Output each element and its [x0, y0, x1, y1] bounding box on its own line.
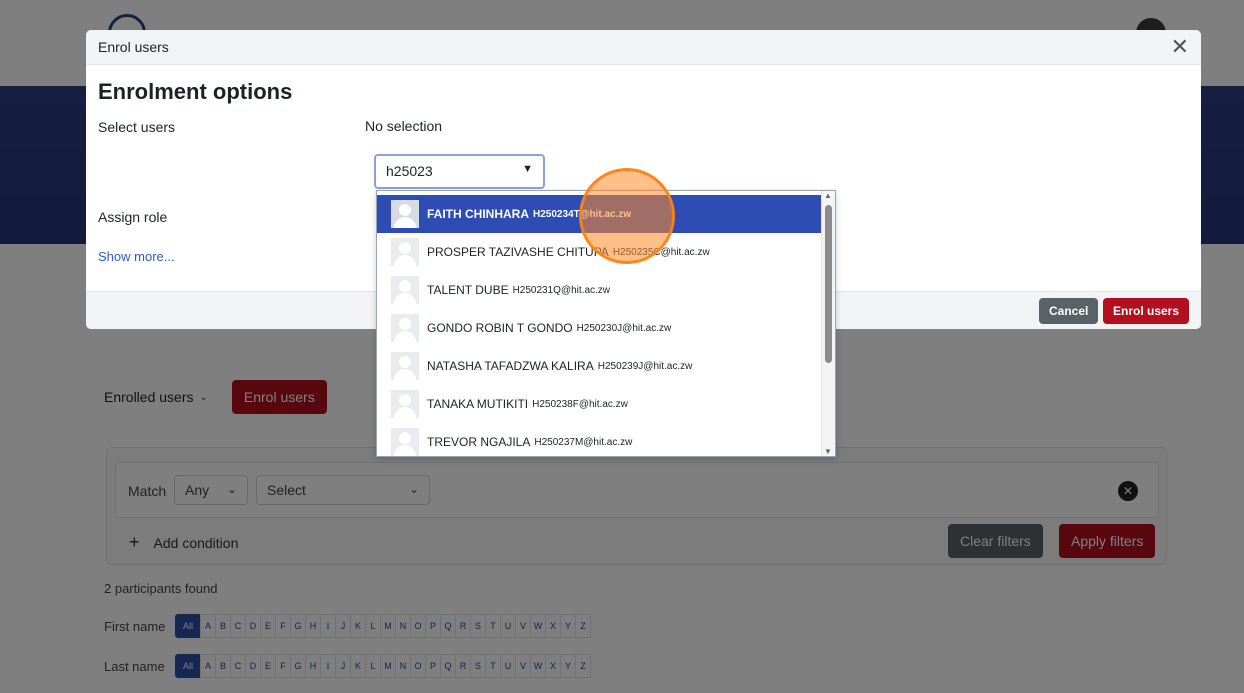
user-avatar-icon [391, 314, 419, 342]
user-avatar-icon [391, 352, 419, 380]
suggestion-email: H250235C@hit.ac.zw [612, 246, 710, 258]
suggestion-item[interactable]: GONDO ROBIN T GONDO H250230J@hit.ac.zw [377, 309, 823, 347]
suggestion-email: H250239J@hit.ac.zw [597, 360, 693, 372]
suggestion-item[interactable]: TALENT DUBE H250231Q@hit.ac.zw [377, 271, 823, 309]
user-search-box[interactable]: ▼ [374, 154, 545, 189]
suggestion-item[interactable]: FAITH CHINHARA H250234T@hit.ac.zw [377, 195, 823, 233]
user-avatar-icon [391, 390, 419, 418]
suggestion-email: H250234T@hit.ac.zw [533, 208, 632, 220]
enrolment-options-heading: Enrolment options [98, 79, 293, 104]
user-avatar-icon [391, 200, 419, 228]
suggestion-email: H250230J@hit.ac.zw [576, 322, 672, 334]
suggestion-name: PROSPER TAZIVASHE CHITUPA [427, 245, 609, 259]
assign-role-label: Assign role [98, 209, 168, 225]
suggestions-scrollbar[interactable]: ▲ ▼ [821, 191, 835, 456]
suggestion-item[interactable]: PROSPER TAZIVASHE CHITUPA H250235C@hit.a… [377, 233, 823, 271]
suggestion-email: H250238F@hit.ac.zw [532, 398, 628, 410]
suggestion-name: TREVOR NGAJILA [427, 435, 531, 449]
show-more-link[interactable]: Show more... [98, 249, 175, 264]
suggestion-item[interactable]: TANAKA MUTIKITI H250238F@hit.ac.zw [377, 385, 823, 423]
user-avatar-icon [391, 238, 419, 266]
dropdown-caret-icon[interactable]: ▼ [522, 163, 533, 175]
suggestion-name: NATASHA TAFADZWA KALIRA [427, 359, 594, 373]
dialog-title: Enrol users [98, 39, 169, 55]
suggestion-item[interactable]: TREVOR NGAJILA H250237M@hit.ac.zw [377, 423, 823, 456]
suggestion-email: H250237M@hit.ac.zw [534, 436, 633, 448]
scrollbar-thumb[interactable] [825, 205, 832, 363]
close-icon[interactable]: ✕ [1171, 36, 1189, 58]
dialog-header: Enrol users ✕ [86, 30, 1201, 65]
scroll-up-arrow-icon[interactable]: ▲ [824, 191, 832, 200]
suggestion-name: GONDO ROBIN T GONDO [427, 321, 573, 335]
no-selection-text: No selection [365, 118, 443, 134]
user-avatar-icon [391, 428, 419, 456]
cancel-button[interactable]: Cancel [1039, 298, 1099, 324]
suggestion-name: FAITH CHINHARA [427, 207, 529, 221]
suggestion-item[interactable]: NATASHA TAFADZWA KALIRA H250239J@hit.ac.… [377, 347, 823, 385]
suggestion-name: TANAKA MUTIKITI [427, 397, 529, 411]
user-search-input[interactable] [384, 162, 514, 180]
select-users-label: Select users [98, 119, 176, 135]
user-avatar-icon [391, 276, 419, 304]
suggestion-name: TALENT DUBE [427, 283, 509, 297]
scroll-down-arrow-icon[interactable]: ▼ [824, 447, 832, 456]
suggestion-email: H250231Q@hit.ac.zw [512, 284, 610, 296]
user-suggestions-list: FAITH CHINHARA H250234T@hit.ac.zw PROSPE… [376, 190, 836, 457]
enrol-users-button[interactable]: Enrol users [1103, 298, 1190, 324]
